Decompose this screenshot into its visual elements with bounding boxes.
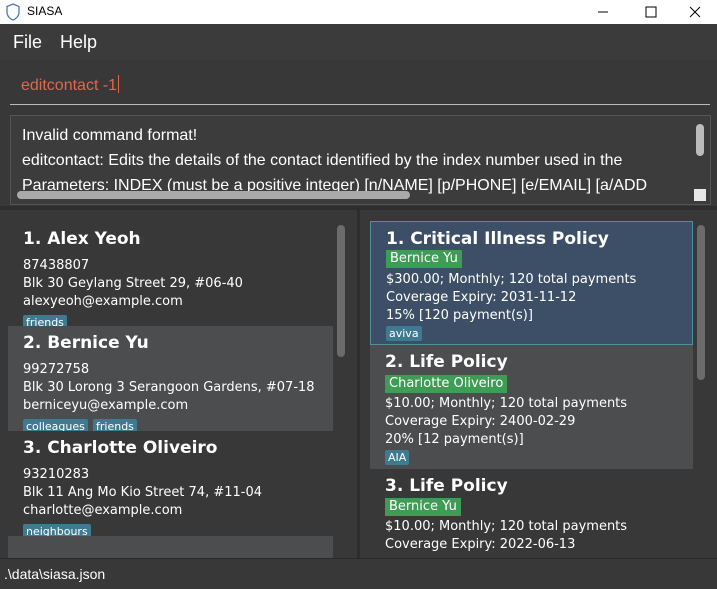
- policy-tag: aviva: [386, 326, 422, 341]
- policy-owner: Charlotte Oliveiro: [385, 375, 508, 393]
- maximize-button[interactable]: [628, 0, 674, 24]
- contact-address: Blk 30 Lorong 3 Serangoon Gardens, #07-1…: [23, 380, 315, 395]
- maximize-icon: [645, 6, 657, 18]
- window-title: SIASA: [27, 4, 63, 18]
- command-text: editcontact -1: [21, 75, 120, 95]
- policy-payment: $300.00; Monthly; 120 total payments: [386, 272, 637, 287]
- contact-tag: friends: [23, 315, 67, 326]
- result-line-1: Invalid command format!: [22, 127, 198, 144]
- minimize-button[interactable]: [580, 0, 626, 24]
- contact-name: 1. Alex Yeoh: [23, 229, 141, 249]
- status-bar: .\data\siasa.json: [0, 558, 717, 589]
- command-value: editcontact -1: [21, 77, 118, 94]
- contact-tag: friends: [93, 419, 137, 431]
- policy-commission: 20% [12 payment(s)]: [385, 432, 524, 447]
- policy-title: 1. Critical Illness Policy: [386, 229, 609, 249]
- menu-help[interactable]: Help: [60, 32, 97, 53]
- contact-card-partial[interactable]: [8, 536, 333, 558]
- window-titlebar: SIASA: [0, 0, 717, 24]
- contact-name: 3. Charlotte Oliveiro: [23, 438, 218, 458]
- scroll-corner: [694, 189, 706, 201]
- contact-card[interactable]: 2. Bernice Yu 99272758 Blk 30 Lorong 3 S…: [8, 326, 333, 431]
- save-location: .\data\siasa.json: [4, 566, 106, 582]
- contact-phone: 87438807: [23, 258, 90, 273]
- contact-email: charlotte@example.com: [23, 503, 183, 518]
- contact-list: 1. Alex Yeoh 87438807 Blk 30 Geylang Str…: [0, 210, 357, 558]
- policy-card[interactable]: 2. Life Policy Charlotte Oliveiro $10.00…: [370, 345, 693, 469]
- policy-expiry: Coverage Expiry: 2031-11-12: [386, 290, 577, 305]
- result-line-2: editcontact: Edits the details of the co…: [22, 152, 623, 169]
- policy-expiry: Coverage Expiry: 2400-02-29: [385, 414, 576, 429]
- menu-bar: File Help: [0, 24, 717, 60]
- contact-address: Blk 11 Ang Mo Kio Street 74, #11-04: [23, 485, 263, 500]
- policy-owner: Bernice Yu: [385, 498, 461, 516]
- minimize-icon: [598, 11, 608, 13]
- contact-tag: neighbours: [23, 524, 91, 536]
- contact-email: alexyeoh@example.com: [23, 294, 183, 309]
- policy-tag: AIA: [385, 450, 410, 465]
- command-input[interactable]: editcontact -1: [10, 62, 710, 105]
- contact-card[interactable]: 3. Charlotte Oliveiro 93210283 Blk 11 An…: [8, 431, 333, 536]
- policy-title: 2. Life Policy: [385, 352, 508, 372]
- close-icon: [689, 6, 701, 18]
- contact-name: 2. Bernice Yu: [23, 333, 149, 353]
- shield-icon: [6, 3, 20, 21]
- policy-list-scrollbar[interactable]: [697, 225, 705, 380]
- policy-owner: Bernice Yu: [386, 250, 462, 268]
- policy-title: 3. Life Policy: [385, 476, 508, 496]
- result-vertical-scrollbar[interactable]: [696, 124, 704, 156]
- policy-payment: $10.00; Monthly; 120 total payments: [385, 519, 628, 534]
- policy-list: 1. Critical Illness Policy Bernice Yu $3…: [360, 210, 717, 558]
- policy-card[interactable]: 1. Critical Illness Policy Bernice Yu $3…: [370, 221, 693, 345]
- contact-list-scrollbar[interactable]: [337, 225, 345, 357]
- text-caret: [118, 75, 120, 93]
- menu-file[interactable]: File: [13, 32, 42, 53]
- policy-commission: 15% [120 payment(s)]: [386, 308, 533, 323]
- policy-card[interactable]: 3. Life Policy Bernice Yu $10.00; Monthl…: [370, 469, 693, 558]
- contact-address: Blk 30 Geylang Street 29, #06-40: [23, 276, 243, 291]
- policy-expiry: Coverage Expiry: 2022-06-13: [385, 537, 576, 552]
- contact-phone: 99272758: [23, 362, 90, 377]
- close-button[interactable]: [672, 0, 717, 24]
- contact-phone: 93210283: [23, 467, 90, 482]
- contact-card[interactable]: 1. Alex Yeoh 87438807 Blk 30 Geylang Str…: [8, 222, 333, 326]
- contact-tag: colleagues: [23, 419, 88, 431]
- result-display[interactable]: Invalid command format! editcontact: Edi…: [10, 115, 711, 205]
- policy-payment: $10.00; Monthly; 120 total payments: [385, 396, 628, 411]
- contact-email: berniceyu@example.com: [23, 398, 189, 413]
- result-horizontal-scrollbar[interactable]: [17, 191, 410, 199]
